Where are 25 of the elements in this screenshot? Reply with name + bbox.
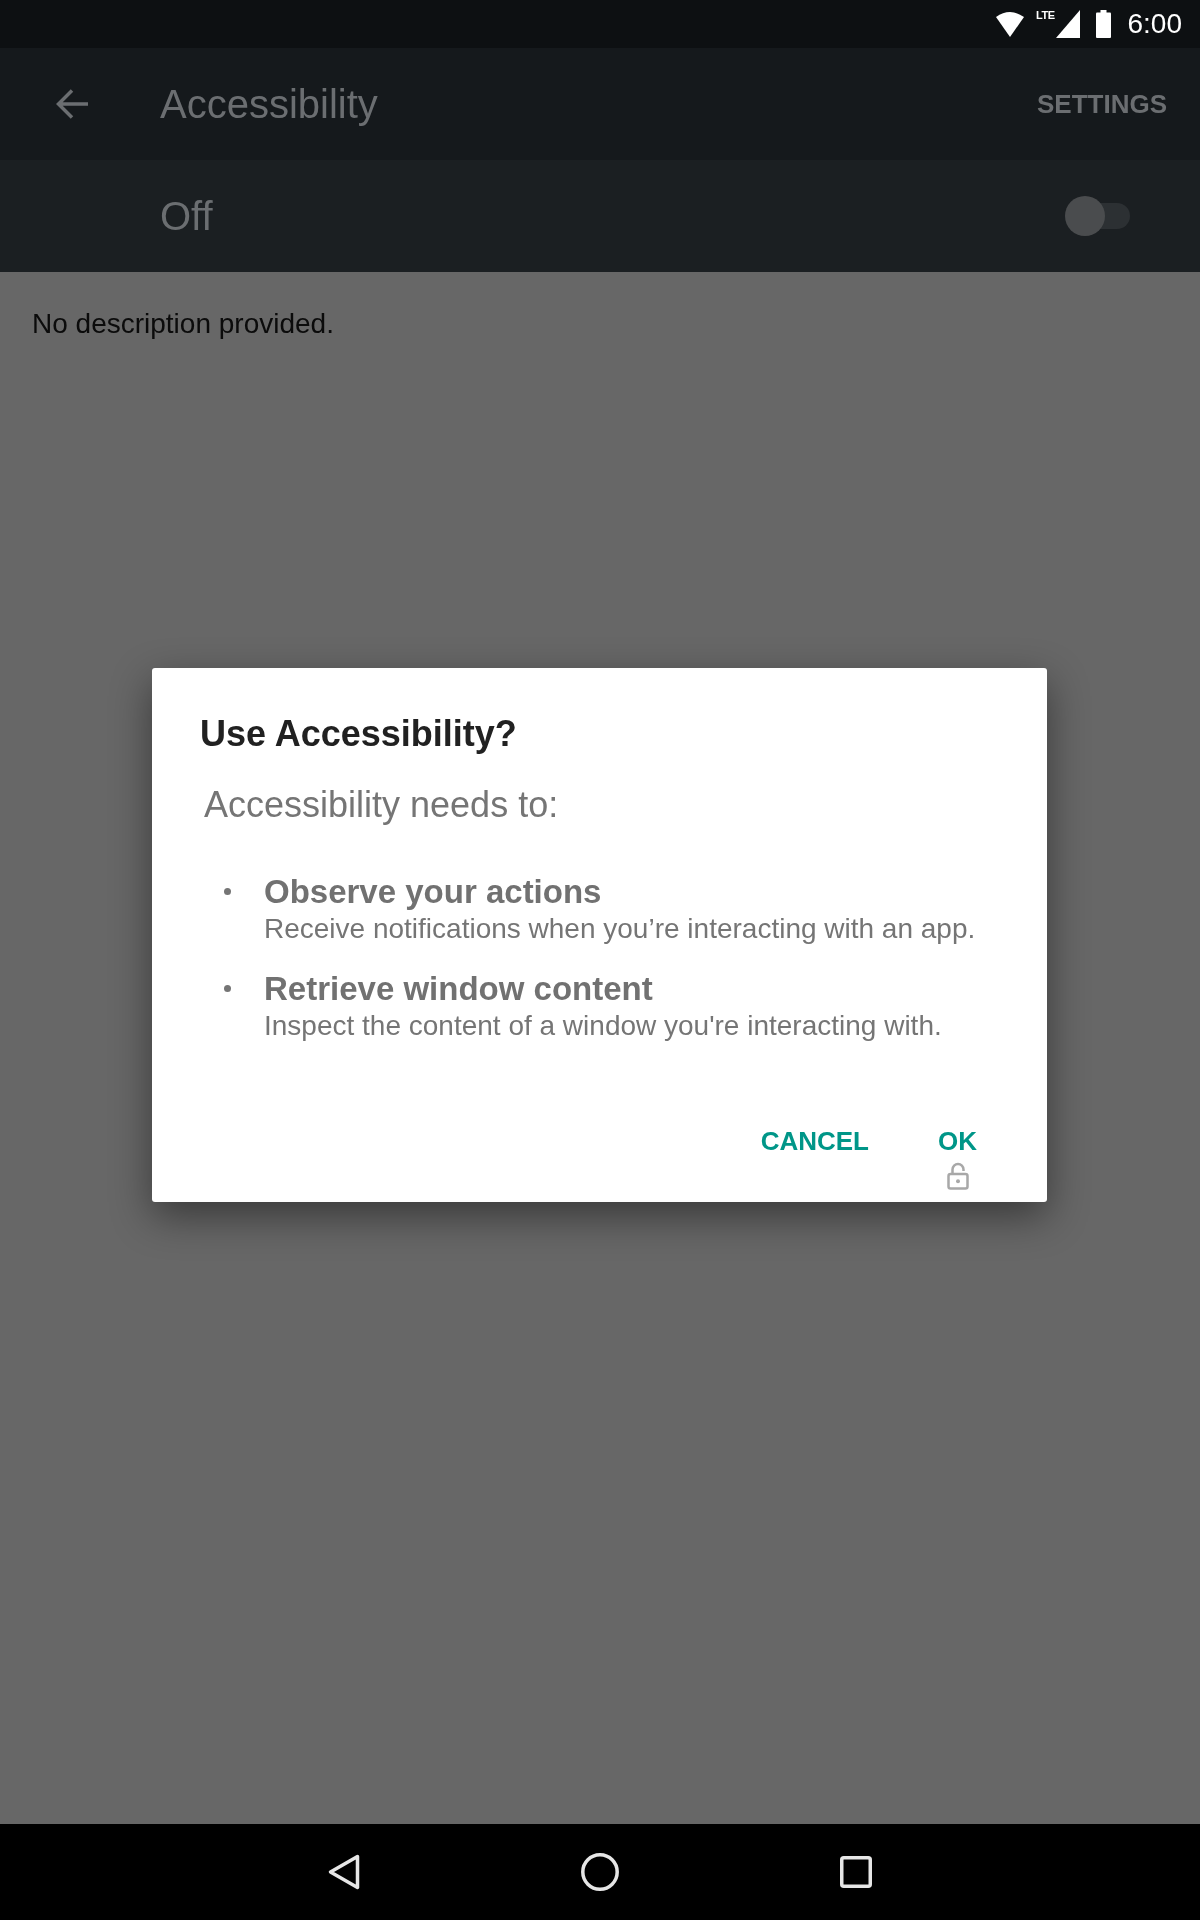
toggle-switch[interactable] bbox=[1065, 196, 1130, 236]
wifi-icon bbox=[996, 11, 1025, 37]
padlock-icon bbox=[946, 1162, 969, 1190]
description-text: No description provided. bbox=[32, 307, 334, 341]
capability-description: Receive notifications when you’re interacting with an app. bbox=[264, 912, 976, 946]
settings-button[interactable]: SETTINGS bbox=[1037, 88, 1167, 120]
recent-apps-icon[interactable] bbox=[840, 1856, 872, 1888]
app-bar-title: Accessibility bbox=[160, 81, 378, 128]
dialog-button[interactable]: OK bbox=[922, 1105, 993, 1198]
back-icon[interactable] bbox=[328, 1854, 360, 1890]
home-icon[interactable] bbox=[581, 1853, 619, 1891]
clock-time: 6:00 bbox=[1127, 8, 1182, 40]
dialog-button[interactable]: CANCEL bbox=[744, 1105, 885, 1198]
back-arrow-icon[interactable] bbox=[56, 88, 88, 120]
network-type-label: LTE bbox=[1036, 10, 1055, 21]
bullet-icon bbox=[224, 985, 231, 992]
dialog-title: Use Accessibility? bbox=[200, 714, 517, 754]
dialog-intro-text: Accessibility needs to: bbox=[204, 783, 559, 827]
battery-icon bbox=[1095, 10, 1111, 38]
capability-description: Inspect the content of a window you're interacting with. bbox=[264, 1009, 942, 1043]
cellular-signal-icon bbox=[1055, 10, 1080, 38]
capability-title: Observe your actions bbox=[264, 874, 602, 910]
switch-state-label: Off bbox=[160, 193, 213, 240]
capability-title: Retrieve window content bbox=[264, 971, 653, 1007]
bullet-icon bbox=[224, 888, 231, 895]
